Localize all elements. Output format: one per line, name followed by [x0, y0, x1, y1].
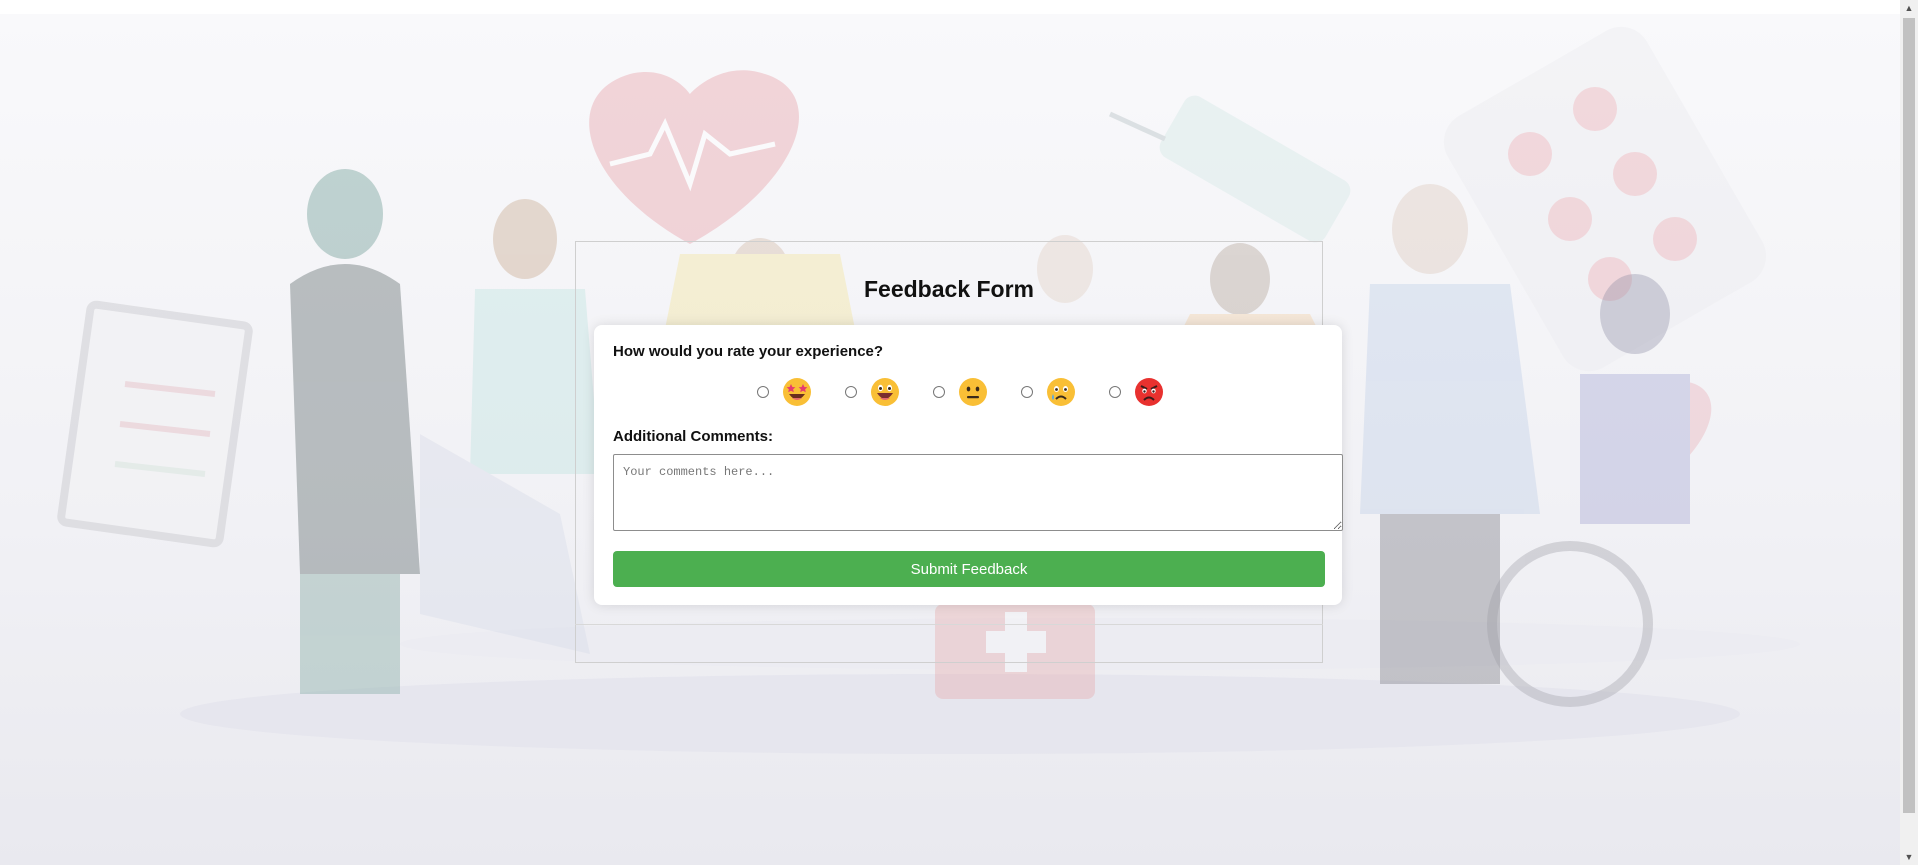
- scroll-down-arrow-icon[interactable]: ▼: [1900, 849, 1918, 865]
- rating-option-sad[interactable]: [1021, 377, 1091, 407]
- vertical-scrollbar[interactable]: ▲ ▼: [1900, 0, 1918, 865]
- rating-question: How would you rate your experience?: [613, 343, 884, 360]
- rating-option-neutral[interactable]: [933, 377, 1003, 407]
- rating-radio[interactable]: [1109, 386, 1121, 398]
- rating-radio[interactable]: [1021, 386, 1033, 398]
- submit-feedback-button[interactable]: Submit Feedback: [613, 551, 1325, 587]
- comments-textarea[interactable]: [613, 454, 1343, 531]
- angry-emoji-icon: [1135, 378, 1163, 406]
- rating-option-star-struck[interactable]: [757, 377, 827, 407]
- rating-radio[interactable]: [933, 386, 945, 398]
- top-bar: [0, 0, 1900, 14]
- scroll-up-arrow-icon[interactable]: ▲: [1900, 0, 1918, 16]
- neutral-emoji-icon: [959, 378, 987, 406]
- frame-divider: [575, 624, 1323, 625]
- sad-tear-emoji-icon: [1047, 378, 1075, 406]
- comments-label: Additional Comments:: [613, 428, 773, 445]
- scrollbar-thumb[interactable]: [1903, 18, 1915, 813]
- rating-option-grinning[interactable]: [845, 377, 915, 407]
- rating-radio[interactable]: [845, 386, 857, 398]
- rating-option-angry[interactable]: [1109, 377, 1179, 407]
- star-struck-emoji-icon: [783, 378, 811, 406]
- grinning-emoji-icon: [871, 378, 899, 406]
- feedback-card: How would you rate your experience? Addi…: [594, 325, 1343, 605]
- page-title: Feedback Form: [864, 276, 1034, 302]
- rating-options: [594, 377, 1342, 407]
- rating-radio[interactable]: [757, 386, 769, 398]
